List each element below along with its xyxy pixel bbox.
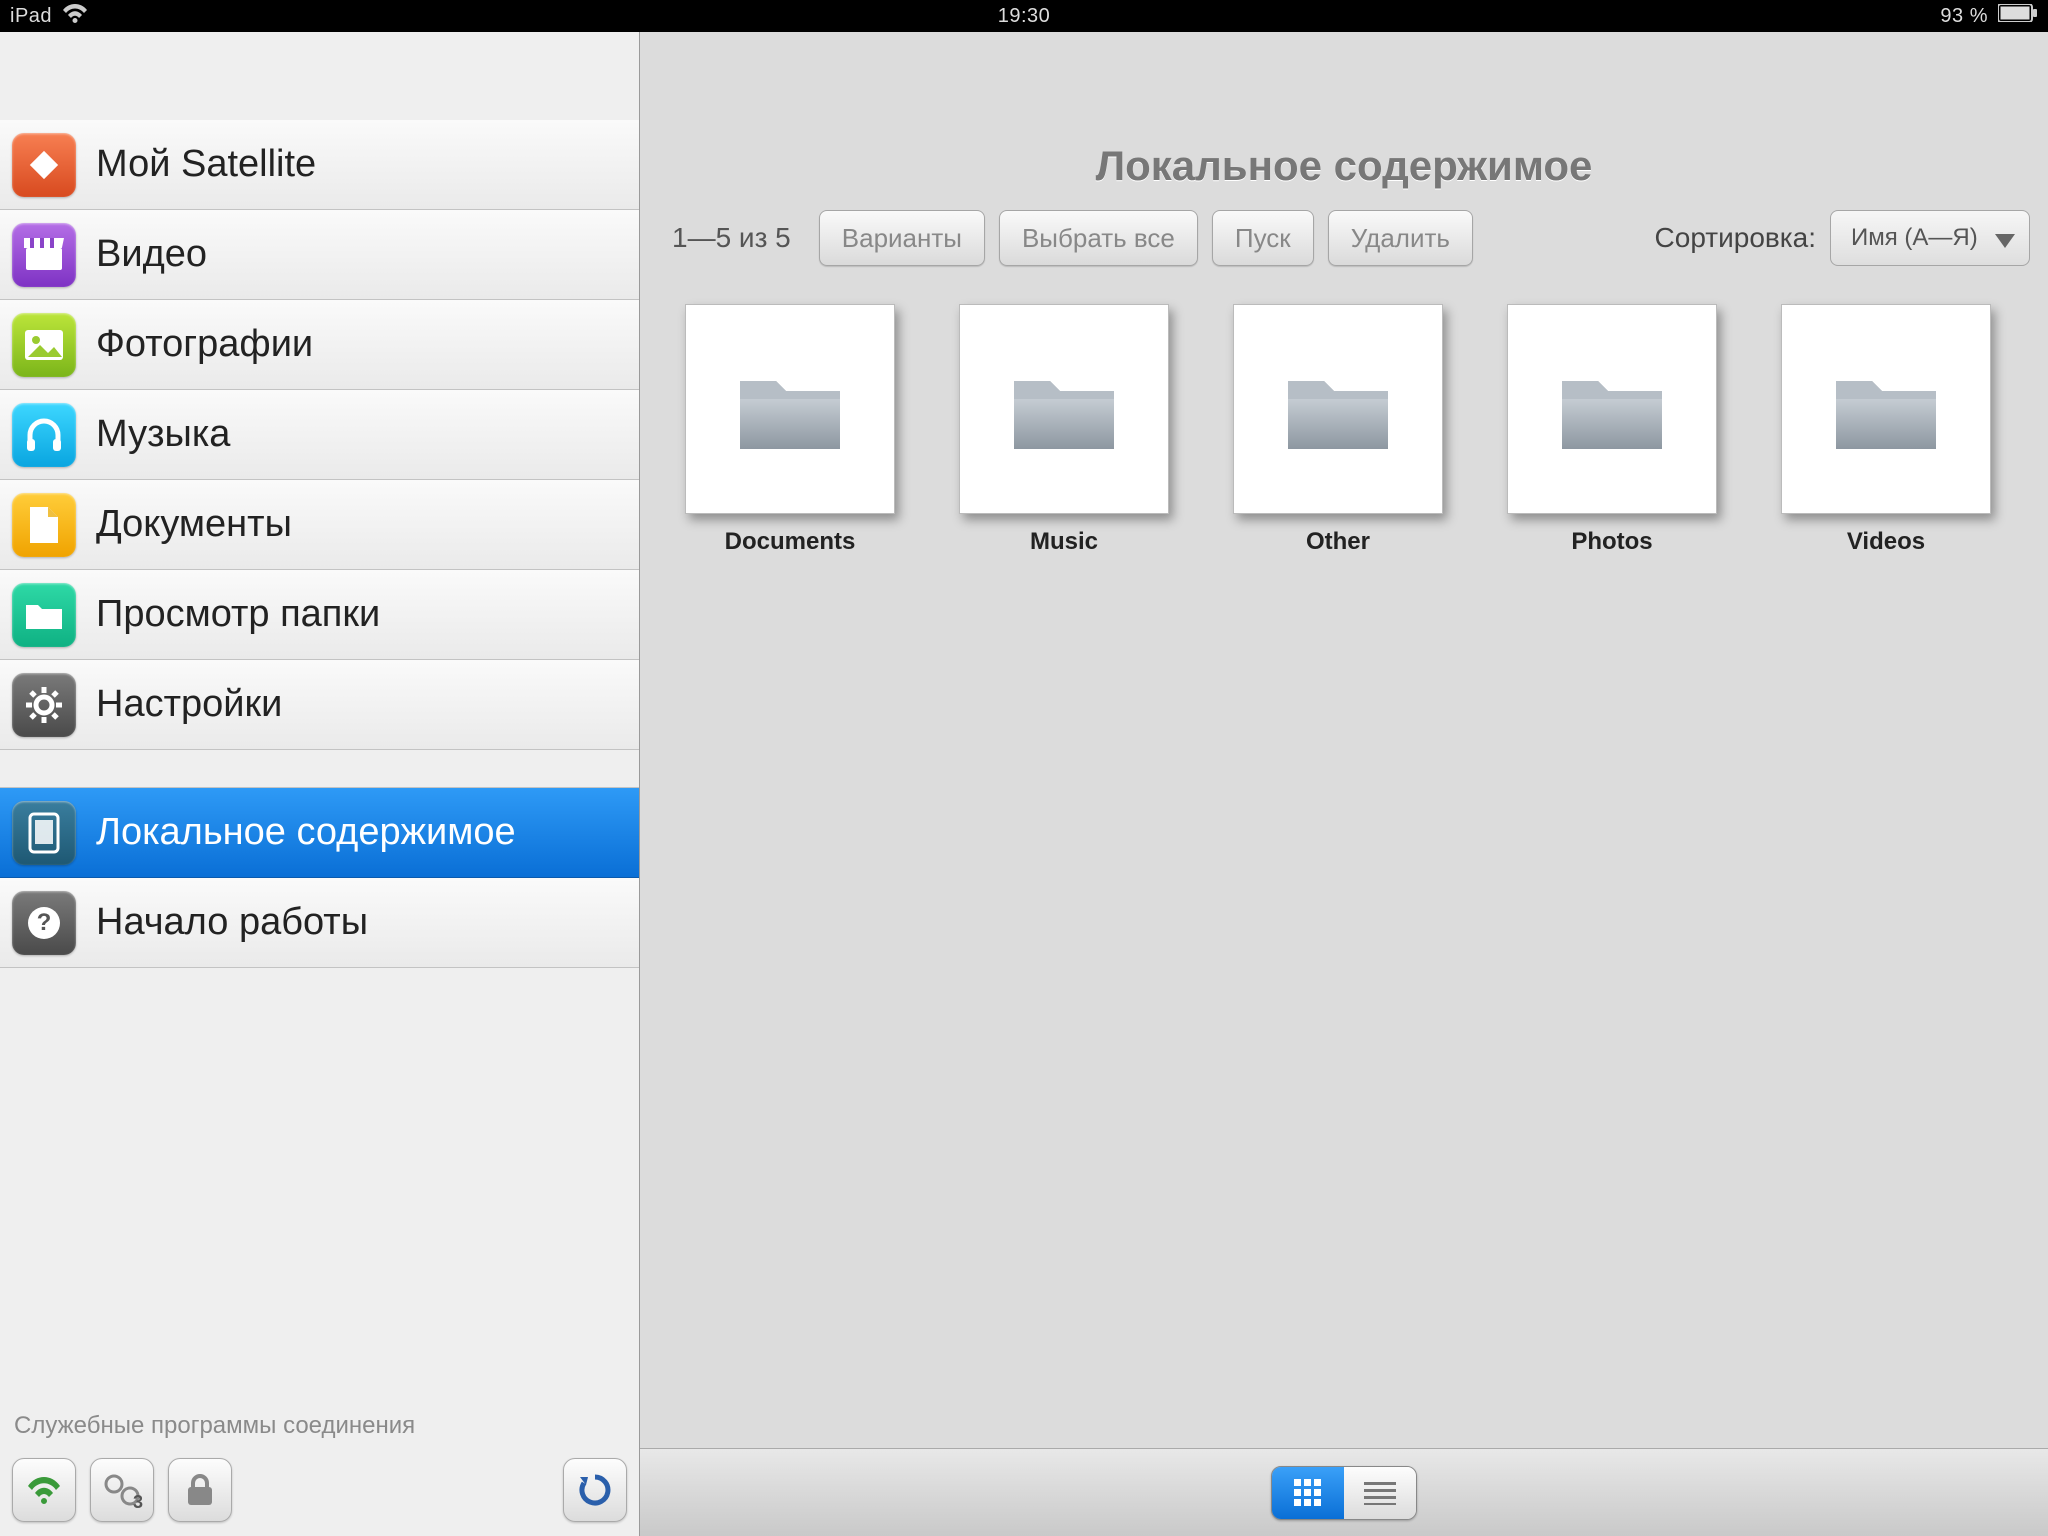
select-all-button[interactable]: Выбрать все bbox=[999, 210, 1198, 266]
sidebar-item-help[interactable]: ? Начало работы bbox=[0, 878, 639, 968]
folder-photos[interactable]: Photos bbox=[1502, 304, 1722, 556]
folder-label: Music bbox=[1030, 528, 1098, 556]
grid-view-button[interactable] bbox=[1272, 1467, 1344, 1519]
lock-icon bbox=[185, 1473, 215, 1507]
sidebar-item-doc[interactable]: Документы bbox=[0, 480, 639, 570]
photo-icon bbox=[12, 313, 76, 377]
sidebar-item-label: Мой Satellite bbox=[96, 143, 316, 186]
folder-videos[interactable]: Videos bbox=[1776, 304, 1996, 556]
folder-icon bbox=[1507, 304, 1717, 514]
folder-icon bbox=[12, 583, 76, 647]
wifi-icon bbox=[26, 1476, 62, 1504]
sort-value: Имя (А—Я) bbox=[1851, 224, 1978, 252]
lock-button[interactable] bbox=[168, 1458, 232, 1522]
folder-grid: Documents Music Other Photos Videos bbox=[640, 284, 2048, 576]
sidebar-toolbar: 3 bbox=[0, 1448, 639, 1536]
sidebar-item-label: Просмотр папки bbox=[96, 593, 380, 636]
view-mode-toggle bbox=[1271, 1466, 1417, 1520]
diamond-icon bbox=[12, 133, 76, 197]
grid-icon bbox=[1293, 1478, 1323, 1508]
device-label: iPad bbox=[10, 5, 52, 28]
sidebar-item-label: Музыка bbox=[96, 413, 230, 456]
sidebar-footer-label: Служебные программы соединения bbox=[0, 1404, 639, 1448]
sidebar-item-label: Настройки bbox=[96, 683, 282, 726]
folder-other[interactable]: Other bbox=[1228, 304, 1448, 556]
folder-label: Photos bbox=[1571, 528, 1652, 556]
folder-label: Videos bbox=[1847, 528, 1925, 556]
pair-button[interactable]: 3 bbox=[90, 1458, 154, 1522]
sidebar-item-label: Документы bbox=[96, 503, 292, 546]
sidebar-item-label: Видео bbox=[96, 233, 207, 276]
folder-icon bbox=[685, 304, 895, 514]
sidebar-item-clapper[interactable]: Видео bbox=[0, 210, 639, 300]
help-icon: ? bbox=[12, 891, 76, 955]
wifi-icon bbox=[62, 3, 88, 29]
sort-select[interactable]: Имя (А—Я) bbox=[1830, 210, 2030, 266]
gear-icon bbox=[12, 673, 76, 737]
content-toolbar: 1—5 из 5 Варианты Выбрать все Пуск Удали… bbox=[640, 210, 2048, 284]
sidebar-item-device[interactable]: Локальное содержимое bbox=[0, 788, 639, 878]
sidebar-item-photo[interactable]: Фотографии bbox=[0, 300, 639, 390]
refresh-icon bbox=[578, 1473, 612, 1507]
sidebar-item-headphones[interactable]: Музыка bbox=[0, 390, 639, 480]
list-view-button[interactable] bbox=[1344, 1467, 1416, 1519]
pair-badge: 3 bbox=[133, 1492, 143, 1513]
headphones-icon bbox=[12, 403, 76, 467]
sidebar-item-label: Фотографии bbox=[96, 323, 313, 366]
sidebar-item-diamond[interactable]: Мой Satellite bbox=[0, 120, 639, 210]
sort-label: Сортировка: bbox=[1655, 222, 1816, 254]
device-icon bbox=[12, 801, 76, 865]
variants-button[interactable]: Варианты bbox=[819, 210, 985, 266]
folder-label: Documents bbox=[725, 528, 856, 556]
folder-icon bbox=[1781, 304, 1991, 514]
battery-percent: 93 % bbox=[1940, 5, 1988, 28]
sidebar-item-label: Локальное содержимое bbox=[96, 811, 516, 854]
folder-icon bbox=[1233, 304, 1443, 514]
ios-status-bar: iPad 19:30 93 % bbox=[0, 0, 2048, 32]
battery-icon bbox=[1998, 4, 2038, 28]
sidebar-item-label: Начало работы bbox=[96, 901, 368, 944]
folder-music[interactable]: Music bbox=[954, 304, 1174, 556]
clock: 19:30 bbox=[998, 5, 1051, 27]
content-title: Локальное содержимое bbox=[640, 120, 2048, 210]
refresh-button[interactable] bbox=[563, 1458, 627, 1522]
content-footer bbox=[640, 1448, 2048, 1536]
list-icon bbox=[1364, 1481, 1396, 1505]
clapper-icon bbox=[12, 223, 76, 287]
range-label: 1—5 из 5 bbox=[658, 222, 805, 254]
sidebar-item-folder[interactable]: Просмотр папки bbox=[0, 570, 639, 660]
delete-button[interactable]: Удалить bbox=[1328, 210, 1473, 266]
folder-label: Other bbox=[1306, 528, 1370, 556]
content-pane: Локальное содержимое 1—5 из 5 Варианты В… bbox=[640, 32, 2048, 1536]
folder-documents[interactable]: Documents bbox=[680, 304, 900, 556]
sidebar-item-gear[interactable]: Настройки bbox=[0, 660, 639, 750]
folder-icon bbox=[959, 304, 1169, 514]
play-button[interactable]: Пуск bbox=[1212, 210, 1314, 266]
svg-text:?: ? bbox=[37, 909, 52, 936]
wifi-button[interactable] bbox=[12, 1458, 76, 1522]
doc-icon bbox=[12, 493, 76, 557]
sidebar: Мой Satellite Видео Фотографии Музыка Докуме… bbox=[0, 32, 640, 1536]
sidebar-gap bbox=[0, 750, 639, 788]
